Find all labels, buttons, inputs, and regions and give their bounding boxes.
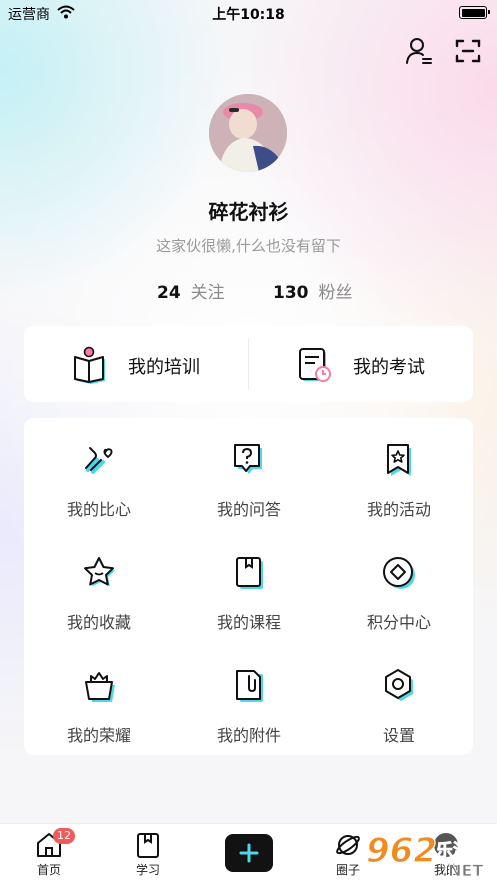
watermark-tld: .NET xyxy=(442,861,483,880)
study-book-icon xyxy=(137,833,159,858)
tab-home-label: 首页 xyxy=(36,863,61,877)
book-icon xyxy=(74,346,105,384)
activity-flag-icon xyxy=(387,444,411,476)
scan-icon[interactable] xyxy=(453,36,483,66)
points-diamond-icon xyxy=(383,557,415,589)
menu-label: 我的问答 xyxy=(216,500,281,519)
menu-label: 我的荣耀 xyxy=(66,726,131,745)
following-count: 24 xyxy=(157,283,181,303)
watermark-logo: 962 乐游网 .NET xyxy=(365,830,487,880)
battery-icon xyxy=(459,6,490,19)
question-bubble-icon xyxy=(234,444,262,474)
menu-label: 我的附件 xyxy=(216,726,281,745)
user-bio: 这家伙很懒,什么也没有留下 xyxy=(156,237,341,255)
my-favorites-button[interactable]: 我的收藏 xyxy=(24,531,174,641)
course-book-icon xyxy=(236,557,263,589)
plus-icon xyxy=(239,843,259,863)
attachment-icon xyxy=(236,670,263,702)
username: 碎花衬衫 xyxy=(208,200,289,224)
my-exam-label: 我的考试 xyxy=(353,357,425,378)
my-honors-button[interactable]: 我的荣耀 xyxy=(24,644,174,754)
menu-label: 我的比心 xyxy=(66,500,131,519)
create-button[interactable] xyxy=(225,834,273,872)
menu-label: 我的课程 xyxy=(216,613,281,632)
my-training-button[interactable]: 我的培训 xyxy=(24,326,248,402)
menu-label: 我的收藏 xyxy=(66,613,131,632)
my-activity-button[interactable]: 我的活动 xyxy=(324,418,474,528)
menu-label: 我的活动 xyxy=(366,500,431,519)
home-badge: 12 xyxy=(53,828,75,844)
my-exam-button[interactable]: 我的考试 xyxy=(249,326,473,402)
fans-count: 130 xyxy=(273,283,309,303)
watermark-number: 962 xyxy=(366,831,437,871)
avatar[interactable] xyxy=(209,94,287,172)
points-center-button[interactable]: 积分中心 xyxy=(324,531,474,641)
user-list-icon[interactable] xyxy=(404,36,434,66)
fans-label: 粉丝 xyxy=(318,283,353,303)
menu-grid-card: 我的比心 我的问答 我的活动 我的收藏 我的课程 积分中心 我的荣耀 我的附件 … xyxy=(24,418,473,755)
exam-paper-icon xyxy=(299,348,331,382)
crown-basket-icon xyxy=(85,672,115,702)
tab-study-label: 学习 xyxy=(135,863,160,877)
avatar-photo xyxy=(209,94,287,172)
my-training-label: 我的培训 xyxy=(128,357,200,378)
my-courses-button[interactable]: 我的课程 xyxy=(174,531,324,641)
my-finger-heart-button[interactable]: 我的比心 xyxy=(24,418,174,528)
following-stat[interactable]: 24 关注 xyxy=(157,278,225,303)
watermark-site: 乐游网 xyxy=(436,840,487,861)
settings-hexagon-icon xyxy=(385,669,413,701)
settings-button[interactable]: 设置 xyxy=(324,644,474,754)
my-qa-button[interactable]: 我的问答 xyxy=(174,418,324,528)
status-bar: 运营商 上午10:18 xyxy=(0,0,497,26)
star-icon xyxy=(84,557,115,587)
menu-label: 积分中心 xyxy=(366,613,431,632)
quick-links-card: 我的培训 我的考试 xyxy=(24,326,473,402)
my-attachments-button[interactable]: 我的附件 xyxy=(174,644,324,754)
clock: 上午10:18 xyxy=(212,7,285,23)
tab-study[interactable]: 学习 xyxy=(118,824,178,883)
tab-home[interactable]: 12 首页 xyxy=(19,824,79,883)
menu-label: 设置 xyxy=(382,726,415,745)
planet-icon xyxy=(336,835,360,855)
fans-stat[interactable]: 130 粉丝 xyxy=(273,278,353,303)
following-label: 关注 xyxy=(190,283,225,303)
finger-heart-icon xyxy=(85,447,113,474)
